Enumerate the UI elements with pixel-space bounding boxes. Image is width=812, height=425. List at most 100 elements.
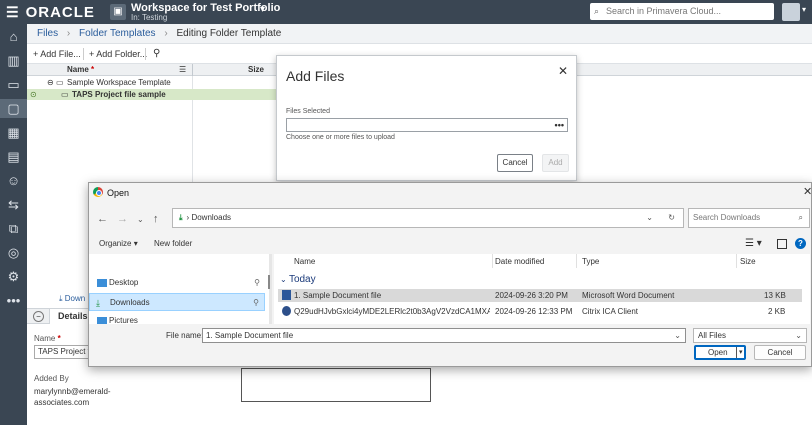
column-size[interactable]: Size (248, 64, 264, 76)
settings-gear-icon[interactable]: ⚙ (4, 267, 23, 286)
column-divider (192, 64, 193, 76)
add-button[interactable]: Add (542, 154, 569, 172)
back-arrow-icon[interactable]: ← (97, 213, 108, 225)
toolbar-divider (145, 48, 146, 60)
up-arrow-icon[interactable]: ↑ (153, 213, 159, 225)
group-header[interactable]: ⌄ Today (280, 274, 316, 285)
nav-downloads[interactable]: ⤓ Downloads ⚲ (89, 293, 265, 311)
files-selected-input[interactable]: ••• (286, 118, 568, 132)
description-box[interactable] (241, 368, 431, 402)
pin-icon[interactable]: ⚲ (254, 274, 260, 292)
dashboard-icon[interactable]: ▭ (4, 75, 23, 94)
view-options-icon[interactable]: ☰ ▾ (745, 234, 762, 254)
file-name: Q29udHJvbGxlci4yMDE2LERlc2t0b3AgV2VzdCA1… (294, 307, 490, 316)
nav-desktop[interactable]: Desktop ⚲ (89, 274, 265, 292)
group-chevron-down-icon[interactable]: ⌄ (280, 275, 289, 284)
file-name: 1. Sample Document file (294, 291, 382, 300)
collapse-icon[interactable]: ⊖ (47, 77, 54, 88)
added-by-label: Added By (34, 374, 69, 383)
folder-icon: ▭ (56, 78, 64, 87)
workflow-icon[interactable]: ⇆ (4, 195, 23, 214)
file-row[interactable]: 1. Sample Document file 2024-09-26 3:20 … (278, 289, 802, 302)
file-type-filter[interactable]: All Files ⌄ (693, 328, 807, 343)
address-path: Downloads (191, 213, 232, 222)
breadcrumb-folder-templates[interactable]: Folder Templates (79, 28, 156, 39)
filter-chevron-down-icon[interactable]: ⌄ (795, 329, 802, 342)
portfolio-icon[interactable]: ▥ (4, 51, 23, 70)
column-name[interactable]: Name (294, 257, 315, 266)
name-label-text: Name (34, 334, 56, 343)
reports-icon[interactable]: ▤ (4, 147, 23, 166)
add-folder-button[interactable]: + Add Folder... (89, 44, 147, 64)
pane-splitter[interactable] (269, 254, 272, 324)
breadcrumb: Files › Folder Templates › Editing Folde… (27, 24, 812, 44)
filter-value: All Files (698, 331, 727, 340)
breadcrumb-files[interactable]: Files (37, 28, 58, 39)
added-by-value: marylynnb@emerald-associates.com (34, 387, 111, 407)
address-chevron-down-icon[interactable]: ⌄ (646, 209, 653, 227)
forward-arrow-icon[interactable]: → (117, 213, 128, 225)
command-bar: Organize ▾ New folder ☰ ▾ ? (89, 234, 811, 254)
navigation-pane: Desktop ⚲ ⤓ Downloads ⚲ Pictures (89, 254, 269, 324)
hamburger-menu-icon[interactable]: ☰ (6, 4, 20, 20)
file-row[interactable]: Q29udHJvbGxlci4yMDE2LERlc2t0b3AgV2VzdCA1… (278, 305, 802, 318)
recent-chevron-down-icon[interactable]: ⌄ (137, 215, 144, 224)
address-bar[interactable]: ⤓ › Downloads ⌄ ↻ (172, 208, 684, 228)
help-icon[interactable]: ? (795, 238, 806, 249)
breadcrumb-separator-icon: › (164, 28, 168, 39)
preview-pane-icon[interactable] (777, 239, 787, 249)
workspace-chevron-down-icon[interactable]: ▾ (260, 4, 265, 15)
target-icon[interactable]: ◎ (4, 243, 23, 262)
column-name[interactable]: Name * (67, 64, 94, 76)
file-name-chevron-down-icon[interactable]: ⌄ (674, 329, 681, 342)
collapse-details-icon[interactable]: − (33, 311, 44, 322)
column-date-modified[interactable]: Date modified (495, 257, 544, 266)
files-hint: Choose one or more files to upload (286, 134, 395, 141)
organize-button[interactable]: Organize ▾ (99, 234, 138, 254)
required-marker: * (91, 65, 95, 74)
browse-more-icon[interactable]: ••• (555, 119, 564, 131)
column-name-label: Name (67, 65, 89, 74)
user-avatar[interactable] (782, 3, 800, 21)
more-icon[interactable]: ••• (4, 291, 23, 310)
user-chevron-down-icon[interactable]: ▾ (802, 5, 806, 14)
close-icon[interactable]: ✕ (803, 185, 812, 198)
tree-row-workspace-template[interactable]: ⊖ ▭ Sample Workspace Template (27, 77, 277, 88)
column-menu-icon[interactable]: ☰ (179, 64, 186, 76)
refresh-icon[interactable]: ↻ (668, 209, 675, 227)
oracle-logo[interactable]: ☰ ORACLE (6, 4, 95, 21)
cancel-button[interactable]: Cancel (497, 154, 533, 172)
tree-row-taps-project[interactable]: ⊙ ▭ TAPS Project file sample (27, 89, 277, 100)
search-icon: ⌕ (798, 213, 803, 222)
folder-icon: ▭ (61, 90, 69, 99)
pin-icon[interactable]: ⚲ (253, 294, 259, 312)
download-label: Down (64, 294, 86, 303)
add-files-dialog: Add Files ✕ Files Selected ••• Choose on… (276, 55, 577, 181)
home-icon[interactable]: ⌂ (4, 27, 23, 46)
nav-pictures[interactable]: Pictures (89, 312, 265, 324)
library-icon[interactable]: ⧉ (4, 219, 23, 238)
name-field[interactable]: TAPS Project file (34, 345, 94, 359)
search-downloads-input[interactable]: Search Downloads ⌕ (688, 208, 810, 228)
search-placeholder: Search Downloads (693, 213, 761, 222)
global-search-input[interactable]: ⌕ Search in Primavera Cloud... (590, 3, 774, 20)
column-size[interactable]: Size (740, 257, 756, 266)
open-button[interactable]: Open ▾ (694, 345, 746, 360)
nav-label: Downloads (110, 298, 150, 307)
file-name-input[interactable]: 1. Sample Document file ⌄ (202, 328, 686, 343)
close-icon[interactable]: ✕ (558, 64, 568, 78)
name-label: Name * (34, 334, 61, 343)
users-icon[interactable]: ☺ (4, 171, 23, 190)
wrench-icon[interactable]: ⚲ (153, 44, 160, 64)
new-folder-button[interactable]: New folder (154, 234, 192, 254)
open-chevron-down-icon[interactable]: ▾ (739, 347, 743, 358)
analytics-icon[interactable]: ▦ (4, 123, 23, 142)
cancel-button[interactable]: Cancel (754, 345, 806, 360)
nav-scrollbar[interactable] (268, 275, 270, 289)
files-folder-icon[interactable]: ▢ (0, 99, 27, 118)
add-file-button[interactable]: + Add File... (33, 44, 81, 64)
open-file-dialog: Open ✕ ← → ⌄ ↑ ⤓ › Downloads ⌄ ↻ Search D… (88, 182, 812, 367)
tree-row-label: Sample Workspace Template (67, 78, 171, 87)
chrome-icon (93, 187, 103, 197)
column-type[interactable]: Type (582, 257, 599, 266)
